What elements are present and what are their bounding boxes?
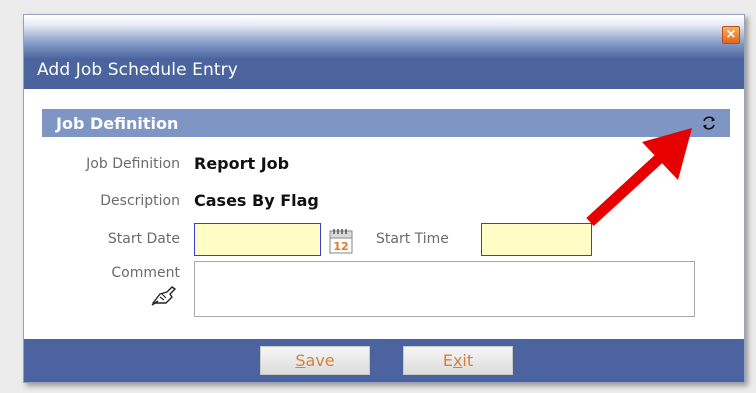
comment-textarea[interactable]: [194, 261, 695, 317]
close-button[interactable]: ×: [722, 26, 740, 44]
start-date-label: Start Date: [107, 231, 180, 247]
exit-mnemonic: x: [452, 351, 463, 370]
description-label: Description: [100, 193, 180, 209]
exit-label-rest: it: [462, 351, 474, 370]
dialog-footer: Save Exit: [24, 339, 744, 382]
dialog-title: Add Job Schedule Entry: [37, 60, 238, 80]
save-button[interactable]: Save: [260, 346, 370, 375]
description-value: Cases By Flag: [194, 191, 319, 210]
start-date-input[interactable]: [194, 223, 321, 256]
start-time-input[interactable]: [481, 223, 592, 256]
job-definition-value: Report Job: [194, 154, 290, 173]
close-icon: ×: [725, 27, 737, 42]
save-mnemonic: S: [295, 351, 306, 370]
dialog-title-bar[interactable]: Add Job Schedule Entry ×: [24, 15, 744, 89]
writing-hand-icon: [151, 286, 176, 306]
section-title: Job Definition: [56, 114, 179, 133]
save-label-rest: ave: [305, 351, 335, 370]
job-definition-label: Job Definition: [86, 156, 180, 172]
comment-label: Comment: [111, 265, 180, 281]
exit-label-first: E: [442, 351, 453, 370]
calendar-day: 12: [333, 240, 348, 253]
exit-button[interactable]: Exit: [403, 346, 513, 375]
red-annotation-arrow: [586, 128, 692, 227]
start-time-label: Start Time: [376, 231, 449, 247]
refresh-icon[interactable]: [700, 114, 718, 132]
calendar-icon[interactable]: 12: [328, 227, 354, 255]
